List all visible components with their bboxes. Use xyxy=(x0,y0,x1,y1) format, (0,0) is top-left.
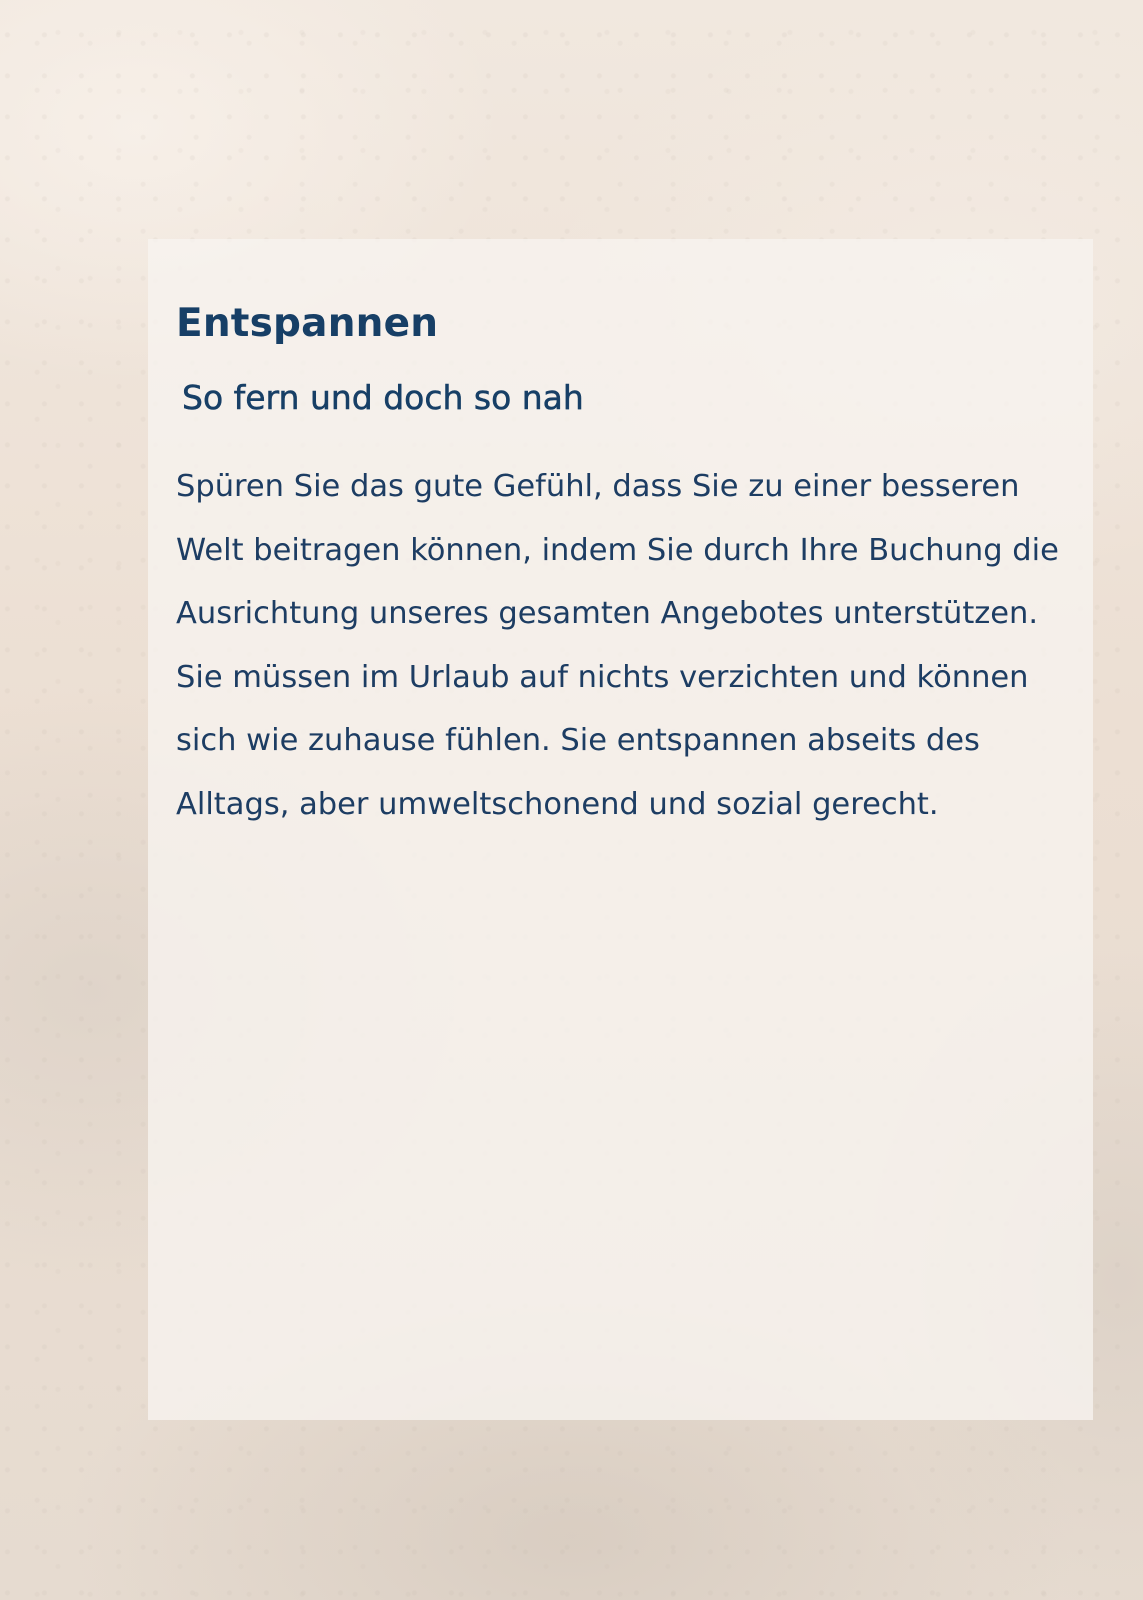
body-paragraph: Spüren Sie das gute Gefühl, dass Sie zu … xyxy=(176,469,1059,822)
subtitle: So fern und doch so nah xyxy=(182,377,584,417)
page-title: Entspannen xyxy=(176,301,439,346)
content-panel: Entspannen So fern und doch so nah Spüre… xyxy=(148,239,1093,1420)
